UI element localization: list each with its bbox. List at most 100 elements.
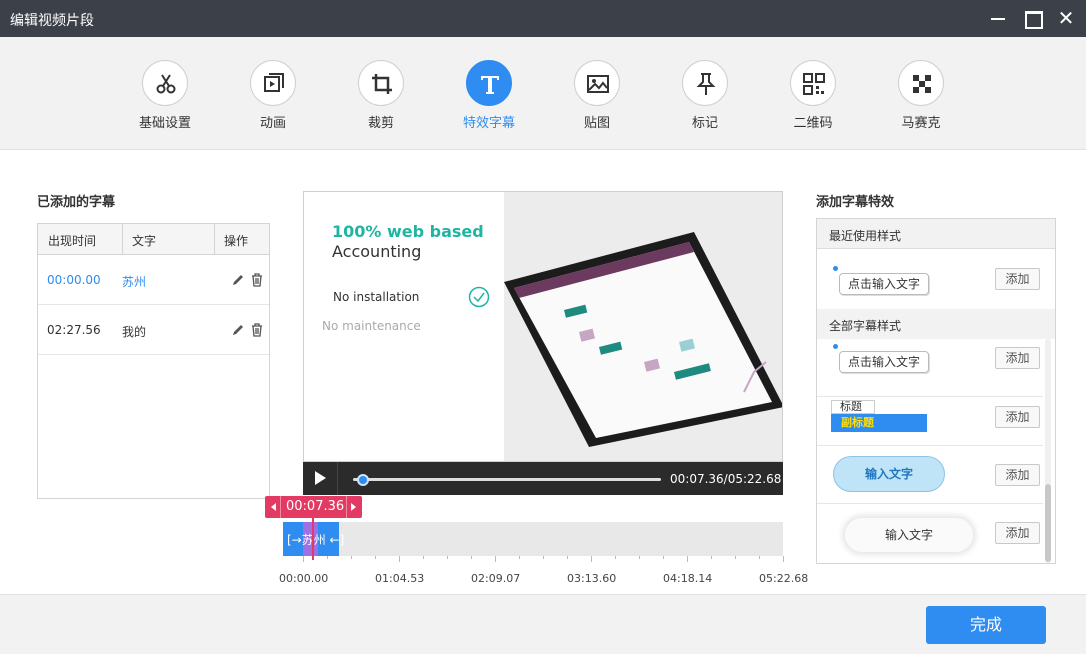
timeline-label: 03:13.60	[567, 572, 617, 585]
delete-icon[interactable]	[250, 323, 264, 340]
effect-row[interactable]: 输入文字 添加	[817, 446, 1043, 504]
timeline-tick	[687, 556, 688, 562]
tab-sticker[interactable]: 贴图	[552, 60, 642, 132]
timeline-tick	[399, 556, 400, 562]
header-actions: 操作	[224, 234, 249, 248]
all-styles-header: 全部字幕样式	[817, 309, 1055, 339]
delete-icon[interactable]	[250, 273, 264, 290]
add-button[interactable]: 添加	[995, 464, 1040, 486]
done-button[interactable]: 完成	[926, 606, 1046, 644]
preview-text-area: 100% web based Accounting No installatio…	[304, 192, 504, 461]
tab-basic-settings[interactable]: 基础设置	[120, 60, 210, 132]
add-button[interactable]: 添加	[995, 268, 1040, 290]
subtitle-clip[interactable]: [→苏州 ←]	[283, 522, 344, 556]
minimize-icon[interactable]	[988, 8, 1008, 28]
playhead-time: 00:07.36	[286, 499, 345, 514]
row-text: 苏州	[122, 275, 147, 289]
subtitle-table: 出现时间 文字 操作 00:00.00 苏州 02:27.56 我的	[37, 223, 270, 499]
preview-line: No installation	[333, 290, 420, 304]
row-text: 我的	[122, 325, 147, 339]
added-subtitles-title: 已添加的字幕	[37, 195, 116, 210]
tab-label: 特效字幕	[462, 116, 515, 131]
timeline-tick	[327, 556, 328, 559]
window-title: 编辑视频片段	[10, 13, 94, 29]
add-button[interactable]: 添加	[995, 522, 1040, 544]
row-time: 00:00.00	[47, 273, 101, 287]
play-icon[interactable]	[315, 471, 326, 485]
divider	[280, 496, 281, 518]
bubble-dot	[833, 266, 838, 271]
step-forward-icon[interactable]	[351, 503, 356, 511]
timeline-tick	[447, 556, 448, 559]
effects-scrollbar[interactable]	[1045, 339, 1051, 563]
timeline-tick	[519, 556, 520, 559]
add-button[interactable]: 添加	[995, 347, 1040, 369]
qrcode-icon	[790, 60, 836, 106]
maximize-icon[interactable]	[1022, 8, 1043, 29]
add-button[interactable]: 添加	[995, 406, 1040, 428]
effect-sample-title: 标题	[831, 400, 875, 414]
timeline-tick	[783, 556, 784, 562]
effect-row[interactable]: 输入文字 添加	[817, 504, 1043, 562]
playhead-badge[interactable]: 00:07.36	[265, 496, 362, 560]
animation-icon	[250, 60, 296, 106]
timeline-label: 04:18.14	[663, 572, 713, 585]
timeline-tick	[735, 556, 736, 559]
column-divider	[214, 224, 215, 255]
tab-qrcode[interactable]: 二维码	[768, 60, 858, 132]
effect-sample: 点击输入文字	[839, 351, 930, 373]
header-text: 文字	[132, 234, 157, 248]
timeline-ticks	[283, 556, 784, 564]
playhead-line[interactable]	[312, 518, 314, 560]
tab-label: 裁剪	[367, 116, 394, 131]
timeline-tick	[495, 556, 496, 562]
tab-mosaic[interactable]: 马赛克	[876, 60, 966, 132]
row-time: 02:27.56	[47, 323, 101, 337]
effect-sample: 点击输入文字	[839, 273, 930, 295]
effect-row[interactable]: 点击输入文字 添加	[817, 250, 1055, 308]
tool-tabs: 基础设置 动画 裁剪 特效字幕 贴图 标记 二维码 马赛克	[0, 37, 1086, 150]
divider	[337, 462, 338, 495]
playback-time: 00:07.36/05:22.68	[670, 472, 782, 486]
effect-row[interactable]: 标题 副标题 添加	[817, 388, 1043, 446]
timeline-tick	[663, 556, 664, 559]
table-row[interactable]: 02:27.56 我的	[38, 305, 269, 355]
column-divider	[122, 224, 123, 255]
preview-line: No maintenance	[322, 319, 421, 333]
tab-label: 动画	[259, 116, 286, 131]
table-row[interactable]: 00:00.00 苏州	[38, 255, 269, 305]
footer: 完成	[0, 594, 1086, 654]
player-controls: 00:07.36/05:22.68	[303, 462, 783, 495]
video-preview: 100% web based Accounting No installatio…	[303, 191, 783, 462]
tab-animation[interactable]: 动画	[228, 60, 318, 132]
timeline-label: 00:00.00	[279, 572, 329, 585]
seek-bar[interactable]	[353, 478, 661, 481]
timeline-tick	[639, 556, 640, 559]
timeline-label: 05:22.68	[759, 572, 809, 585]
effect-sample: 输入文字	[845, 518, 973, 552]
bubble-dot	[833, 344, 838, 349]
sticker-icon	[574, 60, 620, 106]
tab-mark[interactable]: 标记	[660, 60, 750, 132]
tab-text-effects[interactable]: 特效字幕	[444, 60, 534, 132]
close-icon[interactable]: ✕	[1056, 8, 1076, 28]
mosaic-icon	[898, 60, 944, 106]
title-bar: 编辑视频片段 ✕	[0, 0, 1086, 37]
category-label: 最近使用样式	[829, 229, 902, 243]
check-circle-icon	[468, 286, 490, 311]
preview-subheadline: Accounting	[332, 242, 422, 261]
tab-label: 标记	[691, 116, 718, 131]
timeline-tick	[759, 556, 760, 559]
seek-handle[interactable]	[357, 474, 370, 486]
edit-icon[interactable]	[231, 273, 245, 290]
timeline-tick	[471, 556, 472, 559]
add-effects-title: 添加字幕特效	[816, 195, 895, 210]
preview-headline: 100% web based	[332, 222, 484, 241]
clip-label: [→苏州 ←]	[287, 533, 345, 547]
edit-icon[interactable]	[231, 323, 245, 340]
category-label: 全部字幕样式	[829, 319, 902, 333]
timeline-track[interactable]	[283, 522, 783, 556]
tab-crop[interactable]: 裁剪	[336, 60, 426, 132]
step-back-icon[interactable]	[271, 503, 276, 511]
scrollbar-thumb[interactable]	[1045, 484, 1051, 562]
